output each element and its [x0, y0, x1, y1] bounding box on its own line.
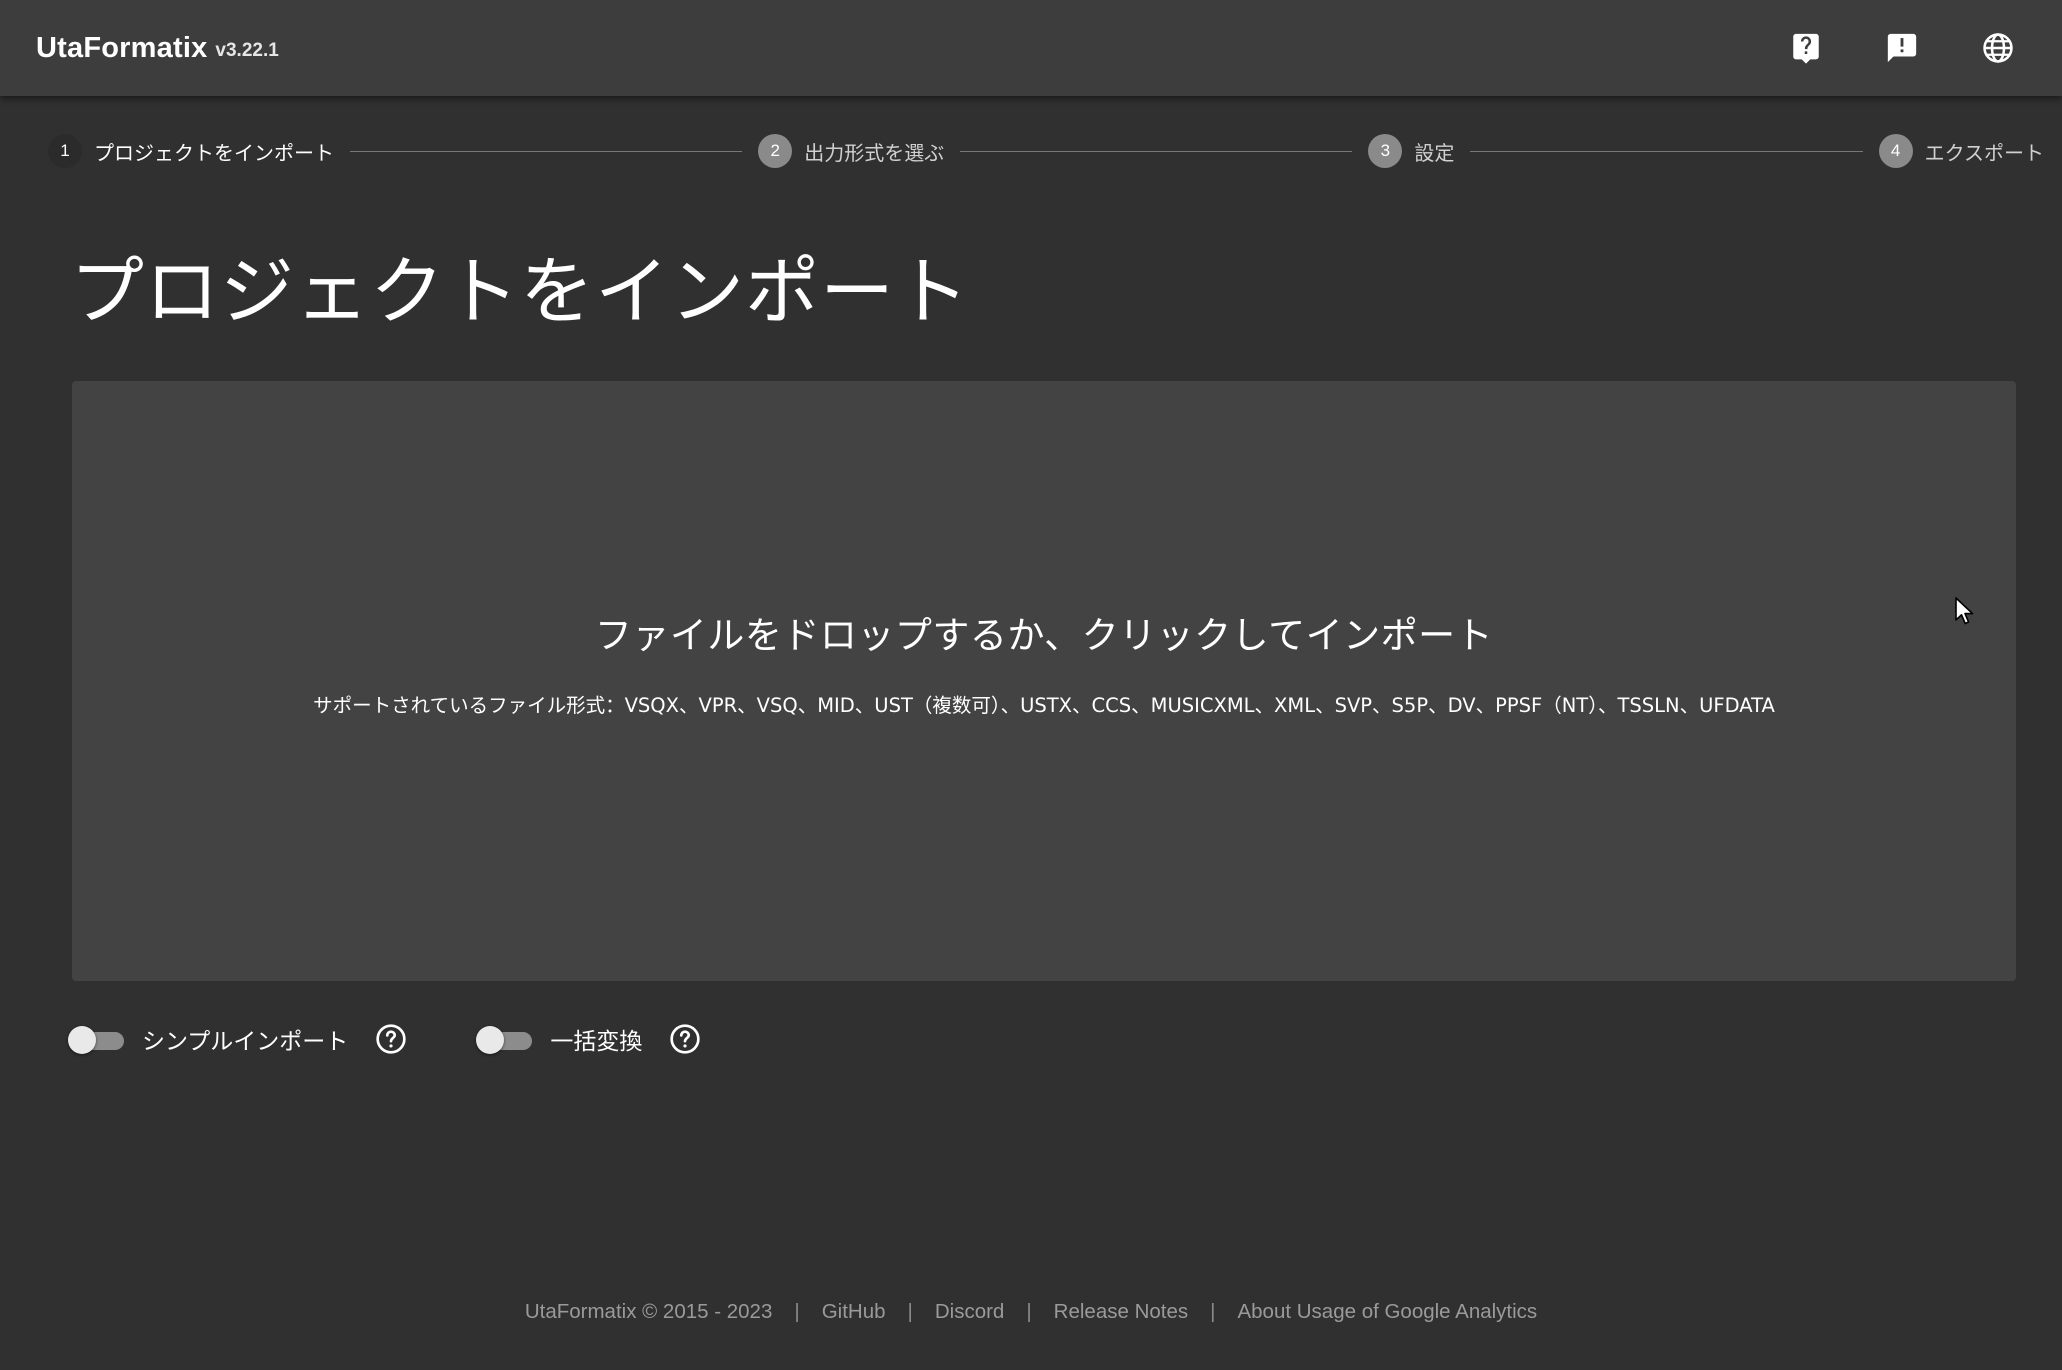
- help-circle-icon: [376, 1024, 406, 1054]
- batch-convert-option: 一括変換: [476, 1022, 702, 1056]
- batch-convert-label: 一括変換: [550, 1029, 643, 1055]
- footer-separator: |: [1026, 1300, 1032, 1323]
- help-icon: [1793, 33, 1819, 64]
- step-number: 3: [1368, 134, 1403, 168]
- step-number: 1: [48, 134, 82, 168]
- mouse-pointer-icon: [1955, 597, 1974, 625]
- step-number: 4: [1878, 134, 1913, 168]
- batch-convert-switch[interactable]: [476, 1024, 534, 1054]
- help-circle-icon: [670, 1024, 700, 1054]
- app-bar: UtaFormatix v3.22.1: [0, 0, 2062, 96]
- step-select-format[interactable]: 2 出力形式を選ぶ: [758, 134, 944, 168]
- step-number: 2: [758, 134, 793, 168]
- app-title: UtaFormatix: [36, 31, 208, 64]
- copyright-text: UtaFormatix © 2015 - 2023: [524, 1300, 773, 1323]
- file-dropzone[interactable]: ファイルをドロップするか、クリックしてインポート サポートされているファイル形式…: [72, 381, 2016, 981]
- page-title: プロジェクトをインポート: [70, 249, 970, 335]
- import-options: シンプルインポート 一括変換: [68, 1018, 770, 1060]
- step-label: エクスポート: [1924, 140, 2045, 165]
- release-notes-link[interactable]: Release Notes: [1054, 1300, 1188, 1324]
- switch-thumb: [68, 1026, 96, 1054]
- footer: UtaFormatix © 2015 - 2023 | GitHub | Dis…: [0, 1300, 2062, 1324]
- feedback-icon: [1887, 33, 1917, 63]
- step-connector: [1470, 150, 1863, 152]
- simple-import-help-button[interactable]: [374, 1022, 408, 1056]
- step-label: プロジェクトをインポート: [94, 140, 334, 165]
- batch-convert-help-button[interactable]: [668, 1022, 702, 1056]
- help-button[interactable]: [1778, 20, 1834, 76]
- analytics-info-link[interactable]: About Usage of Google Analytics: [1237, 1300, 1537, 1324]
- step-label: 設定: [1414, 140, 1455, 165]
- step-label: 出力形式を選ぶ: [804, 140, 945, 165]
- supported-formats-text: サポートされているファイル形式：VSQX、VPR、VSQ、MID、UST（複数可…: [313, 693, 1775, 717]
- step-import[interactable]: 1 プロジェクトをインポート: [48, 134, 334, 168]
- step-export[interactable]: 4 エクスポート: [1878, 134, 2045, 168]
- simple-import-switch[interactable]: [68, 1024, 126, 1054]
- dropzone-title: ファイルをドロップするか、クリックしてインポート: [594, 613, 1494, 657]
- simple-import-label: シンプルインポート: [142, 1029, 349, 1055]
- language-button[interactable]: [1970, 20, 2026, 76]
- language-icon: [1983, 33, 2013, 63]
- stepper: 1 プロジェクトをインポート 2 出力形式を選ぶ 3 設定 4 エクスポート: [48, 131, 2044, 171]
- app-version: v3.22.1: [215, 40, 279, 61]
- step-settings[interactable]: 3 設定: [1368, 134, 1454, 168]
- simple-import-option: シンプルインポート: [68, 1022, 408, 1056]
- discord-link[interactable]: Discord: [935, 1300, 1005, 1324]
- footer-separator: |: [907, 1300, 913, 1323]
- step-connector: [960, 150, 1353, 152]
- feedback-button[interactable]: [1874, 20, 1930, 76]
- step-connector: [350, 150, 743, 152]
- footer-separator: |: [1210, 1300, 1216, 1323]
- footer-separator: |: [794, 1300, 800, 1323]
- github-link[interactable]: GitHub: [822, 1300, 886, 1324]
